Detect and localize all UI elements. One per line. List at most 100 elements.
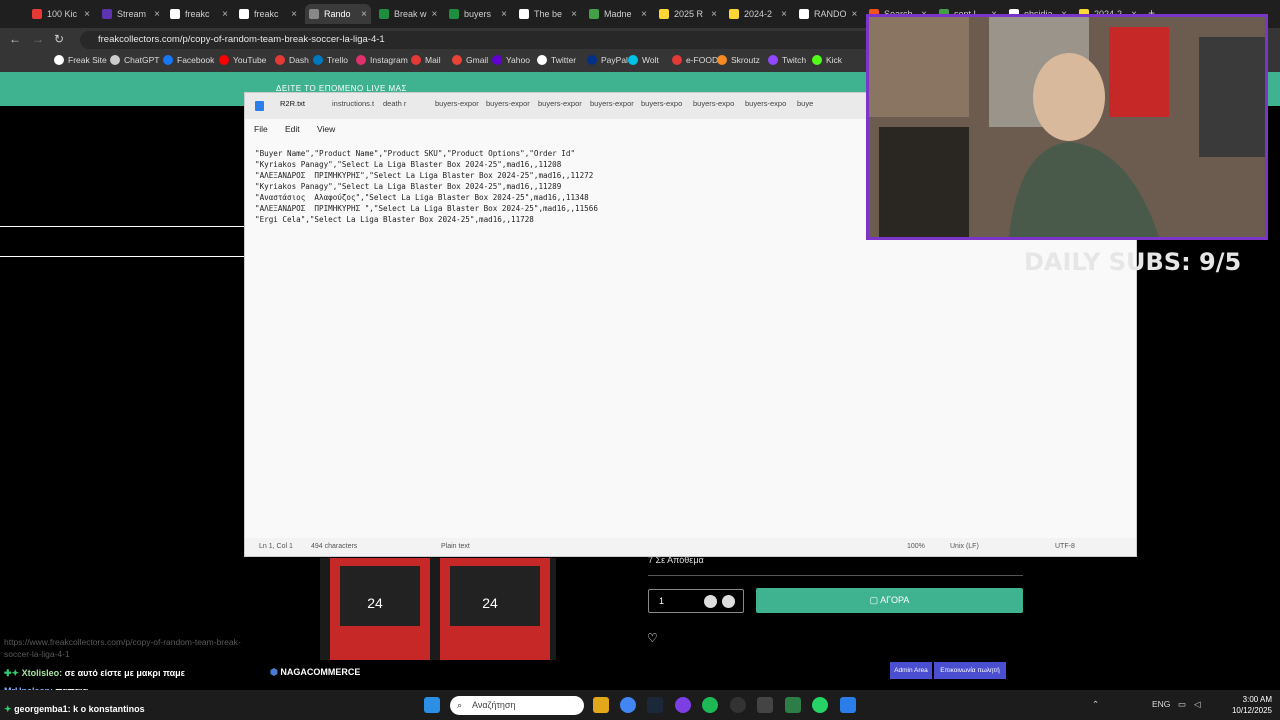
wishlist-heart-icon[interactable]: ♡ <box>647 631 658 645</box>
bookmark-label: Facebook <box>177 55 215 65</box>
zoom-level: 100% <box>907 543 925 550</box>
bookmark-item[interactable]: ChatGPT <box>110 55 159 65</box>
discord-icon[interactable] <box>675 697 691 713</box>
notepad-tab[interactable]: buyers-expo <box>693 99 734 108</box>
bookmark-favicon-icon <box>628 55 638 65</box>
notepad-tab[interactable]: death r <box>383 99 406 108</box>
browser-tab[interactable]: Rando × <box>305 4 371 24</box>
language-indicator[interactable]: ENG <box>1152 699 1170 709</box>
notepad-tab[interactable]: buye <box>797 99 813 108</box>
bookmark-favicon-icon <box>54 55 64 65</box>
speaker-icon[interactable]: ◁ <box>1194 699 1201 710</box>
network-icon[interactable]: ▭ <box>1178 699 1186 710</box>
bookmark-item[interactable]: Yahoo <box>492 55 530 65</box>
bookmark-favicon-icon <box>163 55 173 65</box>
notepad-tab[interactable]: instructions.t <box>332 99 374 108</box>
tab-favicon-icon <box>729 9 739 19</box>
browser-tab[interactable]: Stream × <box>98 4 164 24</box>
bookmark-item[interactable]: Wolt <box>628 55 659 65</box>
tab-close-icon[interactable]: × <box>291 9 301 20</box>
browser-tab[interactable]: 2024-2 × <box>725 4 791 24</box>
contact-creator-button[interactable]: Επικοινωνία πωλητή <box>934 662 1006 679</box>
tab-close-icon[interactable]: × <box>641 9 651 20</box>
bookmark-item[interactable]: Freak Site <box>54 55 107 65</box>
tab-close-icon[interactable]: × <box>154 9 164 20</box>
bookmark-item[interactable]: PayPal <box>587 55 628 65</box>
file-explorer-icon[interactable] <box>593 697 609 713</box>
browser-tab[interactable]: RANDO × <box>795 4 861 24</box>
browser-tab[interactable]: 2025 R × <box>655 4 721 24</box>
bookmark-item[interactable]: Twitter <box>537 55 576 65</box>
reload-icon[interactable]: ↻ <box>54 32 64 46</box>
text-line: "ΑΛΕΞΑΝΔΡΟΣ ΠΡΙΜΗΚΥΡΗΣ","Select La Liga … <box>255 171 594 180</box>
tab-label: 100 Kic <box>47 9 78 19</box>
bookmark-item[interactable]: Trello <box>313 55 348 65</box>
notepad-tab[interactable]: buyers-expor <box>590 99 634 108</box>
bookmark-item[interactable]: Kick <box>812 55 842 65</box>
browser-tab[interactable]: freakc × <box>235 4 301 24</box>
buy-button[interactable]: ▢ ΑΓΟΡΑ <box>756 588 1023 613</box>
increment-button[interactable] <box>722 595 735 608</box>
bookmark-item[interactable]: Twitch <box>768 55 806 65</box>
tab-close-icon[interactable]: × <box>361 9 371 20</box>
notepad-tab[interactable]: buyers-expo <box>641 99 682 108</box>
tab-close-icon[interactable]: × <box>852 9 861 20</box>
browser-tab[interactable]: The be × <box>515 4 581 24</box>
quantity-stepper[interactable]: 1 <box>648 589 744 613</box>
tab-close-icon[interactable]: × <box>501 9 511 20</box>
chevron-up-icon[interactable]: ⌃ <box>1092 699 1099 710</box>
bookmark-item[interactable]: Instagram <box>356 55 408 65</box>
notepad-tab[interactable]: R2R.txt <box>280 99 305 108</box>
bookmark-item[interactable]: Skroutz <box>717 55 760 65</box>
notepad-tab[interactable]: buyers-expo <box>745 99 786 108</box>
forward-icon[interactable]: → <box>32 32 44 46</box>
bookmark-favicon-icon <box>717 55 727 65</box>
notepad-app-icon <box>255 101 264 111</box>
notepad-text-area[interactable]: "Buyer Name","Product Name","Product SKU… <box>255 148 598 225</box>
browser-tab[interactable]: Break w × <box>375 4 441 24</box>
browser-tab[interactable]: buyers × <box>445 4 511 24</box>
windows-start-icon[interactable] <box>424 697 440 713</box>
tab-label: Stream <box>117 9 147 19</box>
steam-icon[interactable] <box>647 697 663 713</box>
spotify-icon[interactable] <box>702 697 718 713</box>
tab-close-icon[interactable]: × <box>432 9 441 20</box>
taskbar-search[interactable]: ⌕ Αναζήτηση <box>450 696 584 715</box>
tab-close-icon[interactable]: × <box>781 9 791 20</box>
text-line: "Ergi Cela","Select La Liga Blaster Box … <box>255 215 534 224</box>
tab-label: Madne <box>604 9 632 19</box>
browser-tab[interactable]: freakc × <box>166 4 232 24</box>
notepad-tab[interactable]: buyers-expor <box>486 99 530 108</box>
text-line: "Buyer Name","Product Name","Product SKU… <box>255 149 576 158</box>
url-field[interactable]: freakcollectors.com/p/copy-of-random-tea… <box>80 31 880 49</box>
taskbar-clock[interactable]: 3:00 AM 10/12/2025 <box>1232 694 1272 716</box>
tab-close-icon[interactable]: × <box>711 9 721 20</box>
daily-subs-counter: DAILY SUBS: 9/5 <box>1024 248 1242 276</box>
tab-close-icon[interactable]: × <box>222 9 232 20</box>
capcut-icon[interactable] <box>757 697 773 713</box>
bookmark-item[interactable]: e-FOOD <box>672 55 718 65</box>
notepad-taskbar-icon[interactable] <box>840 697 856 713</box>
chrome-icon[interactable] <box>620 697 636 713</box>
whatsapp-icon[interactable] <box>812 697 828 713</box>
bookmark-item[interactable]: Dash <box>275 55 309 65</box>
divider-line <box>0 226 244 227</box>
notepad-tab[interactable]: buyers-expor <box>435 99 479 108</box>
browser-tab[interactable]: Madne × <box>585 4 651 24</box>
menu-file[interactable]: File <box>254 124 268 134</box>
bookmark-item[interactable]: Gmail <box>452 55 488 65</box>
menu-view[interactable]: View <box>317 124 335 134</box>
bookmark-item[interactable]: Facebook <box>163 55 214 65</box>
tab-close-icon[interactable]: × <box>84 9 94 20</box>
bookmark-item[interactable]: YouTube <box>219 55 266 65</box>
bookmark-item[interactable]: Mail <box>411 55 441 65</box>
notepad-tab[interactable]: buyers-expor <box>538 99 582 108</box>
menu-edit[interactable]: Edit <box>285 124 300 134</box>
admin-area-button[interactable]: Admin Area <box>890 662 932 679</box>
obs-icon[interactable] <box>730 697 746 713</box>
tab-close-icon[interactable]: × <box>571 9 581 20</box>
browser-tab[interactable]: 100 Kic × <box>28 4 94 24</box>
back-icon[interactable]: ← <box>9 32 21 46</box>
decrement-button[interactable] <box>704 595 717 608</box>
excel-icon[interactable] <box>785 697 801 713</box>
